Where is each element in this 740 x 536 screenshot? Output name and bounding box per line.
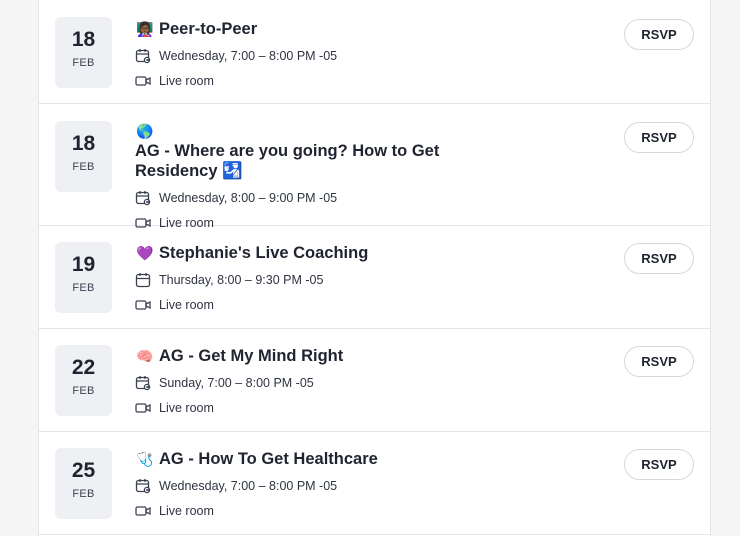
calendar-recurring-icon bbox=[135, 479, 151, 494]
event-title[interactable]: 🩺 AG - How To Get Healthcare bbox=[135, 449, 495, 469]
passport-control-emoji-icon: 🛂 bbox=[222, 162, 243, 180]
event-info: 🌎 AG - Where are you going? How to Get R… bbox=[135, 121, 495, 231]
event-location-text: Live room bbox=[159, 401, 214, 415]
date-month: FEB bbox=[72, 57, 95, 69]
event-location: Live room bbox=[135, 400, 495, 416]
stethoscope-emoji-icon: 🩺 bbox=[136, 451, 154, 467]
event-title-text: AG - Where are you going? How to Get Res… bbox=[135, 142, 440, 180]
date-tile: 22 FEB bbox=[55, 345, 112, 416]
video-camera-icon bbox=[135, 76, 151, 86]
video-camera-icon bbox=[135, 300, 151, 310]
date-month: FEB bbox=[72, 282, 95, 294]
event-title-text: AG - Get My Mind Right bbox=[159, 347, 344, 365]
calendar-icon bbox=[135, 273, 151, 288]
date-day: 19 bbox=[71, 253, 96, 276]
rsvp-button[interactable]: RSVP bbox=[624, 122, 694, 153]
event-time: Wednesday, 8:00 – 9:00 PM -05 bbox=[135, 190, 495, 206]
event-time: Thursday, 8:00 – 9:30 PM -05 bbox=[135, 272, 495, 288]
event-title[interactable]: 💜 Stephanie's Live Coaching bbox=[135, 243, 495, 263]
purple-heart-emoji-icon: 💜 bbox=[136, 245, 154, 261]
event-location-text: Live room bbox=[159, 74, 214, 88]
date-tile: 18 FEB bbox=[55, 121, 112, 192]
date-month: FEB bbox=[72, 488, 95, 500]
event-time-text: Wednesday, 7:00 – 8:00 PM -05 bbox=[159, 49, 338, 63]
calendar-recurring-icon bbox=[135, 191, 151, 206]
date-month: FEB bbox=[72, 161, 95, 173]
event-location: Live room bbox=[135, 503, 495, 519]
event-time-text: Thursday, 8:00 – 9:30 PM -05 bbox=[159, 273, 324, 287]
event-card[interactable]: 22 FEB 🧠 AG - Get My Mind Right Sunday, … bbox=[39, 329, 710, 432]
event-info: 💜 Stephanie's Live Coaching Thursday, 8:… bbox=[135, 243, 495, 313]
event-time: Wednesday, 7:00 – 8:00 PM -05 bbox=[135, 48, 495, 64]
event-location-text: Live room bbox=[159, 504, 214, 518]
event-title-text: AG - How To Get Healthcare bbox=[159, 450, 378, 468]
event-title[interactable]: 🧠 AG - Get My Mind Right bbox=[135, 346, 495, 366]
date-day: 18 bbox=[71, 132, 96, 155]
event-time-text: Wednesday, 7:00 – 8:00 PM -05 bbox=[159, 479, 338, 493]
date-tile: 18 FEB bbox=[55, 17, 112, 88]
event-title-text: Peer-to-Peer bbox=[159, 20, 258, 38]
event-title[interactable]: 👩🏾‍🏫 Peer-to-Peer bbox=[135, 19, 495, 39]
event-time: Sunday, 7:00 – 8:00 PM -05 bbox=[135, 375, 495, 391]
calendar-recurring-icon bbox=[135, 49, 151, 64]
rsvp-button[interactable]: RSVP bbox=[624, 346, 694, 377]
event-time: Wednesday, 7:00 – 8:00 PM -05 bbox=[135, 478, 495, 494]
event-time-text: Wednesday, 8:00 – 9:00 PM -05 bbox=[159, 191, 338, 205]
event-title[interactable]: 🌎 AG - Where are you going? How to Get R… bbox=[135, 121, 495, 181]
date-day: 18 bbox=[71, 28, 96, 51]
event-location-text: Live room bbox=[159, 298, 214, 312]
event-card[interactable]: 19 FEB 💜 Stephanie's Live Coaching Thurs… bbox=[39, 226, 710, 329]
rsvp-button[interactable]: RSVP bbox=[624, 243, 694, 274]
event-card[interactable]: 18 FEB 👩🏾‍🏫 Peer-to-Peer Wednesday, 7:00… bbox=[39, 0, 710, 104]
teacher-emoji-icon: 👩🏾‍🏫 bbox=[136, 21, 154, 37]
video-camera-icon bbox=[135, 403, 151, 413]
event-card[interactable]: 18 FEB 🌎 AG - Where are you going? How t… bbox=[39, 104, 710, 230]
video-camera-icon bbox=[135, 506, 151, 516]
event-location: Live room bbox=[135, 73, 495, 89]
calendar-recurring-icon bbox=[135, 376, 151, 391]
event-info: 👩🏾‍🏫 Peer-to-Peer Wednesday, 7:00 – 8:00… bbox=[135, 19, 495, 89]
date-day: 25 bbox=[71, 459, 96, 482]
globe-emoji-icon: 🌎 bbox=[136, 123, 154, 139]
event-info: 🧠 AG - Get My Mind Right Sunday, 7:00 – … bbox=[135, 346, 495, 416]
date-tile: 25 FEB bbox=[55, 448, 112, 519]
event-title-text: Stephanie's Live Coaching bbox=[159, 244, 369, 262]
events-list: 18 FEB 👩🏾‍🏫 Peer-to-Peer Wednesday, 7:00… bbox=[38, 0, 711, 536]
event-location: Live room bbox=[135, 297, 495, 313]
date-tile: 19 FEB bbox=[55, 242, 112, 313]
rsvp-button[interactable]: RSVP bbox=[624, 449, 694, 480]
brain-emoji-icon: 🧠 bbox=[136, 348, 154, 364]
rsvp-button[interactable]: RSVP bbox=[624, 19, 694, 50]
date-month: FEB bbox=[72, 385, 95, 397]
event-card[interactable]: 25 FEB 🩺 AG - How To Get Healthcare Wedn… bbox=[39, 432, 710, 535]
event-info: 🩺 AG - How To Get Healthcare Wednesday, … bbox=[135, 449, 495, 519]
date-day: 22 bbox=[71, 356, 96, 379]
event-time-text: Sunday, 7:00 – 8:00 PM -05 bbox=[159, 376, 314, 390]
